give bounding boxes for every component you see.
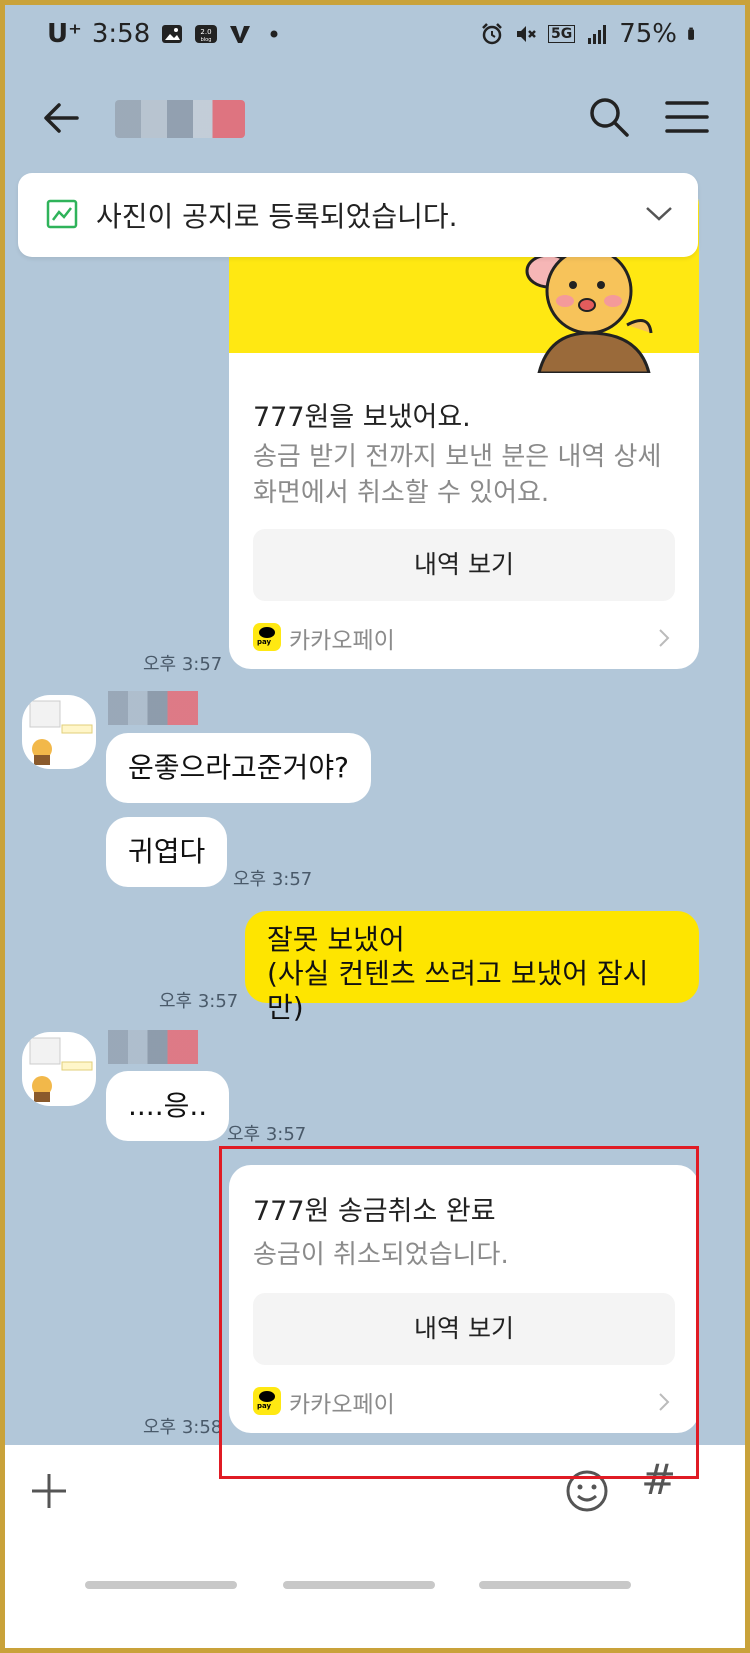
v-app-icon: [230, 26, 251, 43]
avatar[interactable]: [22, 695, 96, 769]
timestamp: 오후 3:57: [233, 869, 313, 890]
timestamp: 오후 3:58: [143, 1417, 223, 1438]
chevron-right-icon: [659, 629, 670, 647]
signal-icon: [588, 25, 607, 44]
view-history-button[interactable]: 내역 보기: [253, 529, 675, 601]
clock: 3:58: [91, 19, 151, 49]
nav-back[interactable]: [479, 1581, 631, 1589]
profile-image-icon: [29, 700, 93, 765]
plus-icon[interactable]: [29, 1471, 69, 1511]
kakaopay-logo-icon: pay: [253, 623, 281, 651]
chat-bubble: 귀엽다: [106, 817, 228, 887]
timestamp: 오후 3:57: [143, 654, 223, 675]
my-chat-bubble: 잘못 보냈어 (사실 컨텐츠 쓰려고 보냈어 잠시만): [245, 911, 699, 1024]
battery-label: 75%: [619, 19, 677, 49]
svg-text:2.0: 2.0: [201, 28, 212, 36]
profile-image-icon: [29, 1037, 93, 1102]
pay-sent-title: 777원을 보냈어요.: [253, 402, 471, 433]
alarm-icon: [482, 23, 502, 45]
chevron-down-icon[interactable]: [644, 201, 674, 225]
system-nav-bar: [5, 1537, 745, 1648]
dot-icon: [270, 30, 278, 38]
gallery-icon: [162, 25, 183, 43]
timestamp: 오후 3:57: [227, 1124, 307, 1145]
notice-banner[interactable]: 사진이 공지로 등록되었습니다.: [18, 173, 698, 257]
kakaopay-footer[interactable]: pay 카카오페이: [253, 621, 675, 655]
timestamp: 오후 3:57: [159, 991, 239, 1012]
sender-name-redacted: [108, 691, 198, 725]
avatar[interactable]: [22, 1032, 96, 1106]
highlight-box: [219, 1146, 699, 1479]
kakaopay-label: 카카오페이: [289, 628, 395, 654]
network-label: 5G: [547, 25, 576, 43]
chat-bubble: 운좋으라고준거야?: [106, 733, 371, 803]
arrow-left-icon[interactable]: [41, 97, 83, 139]
message-line: 잘못 보냈어: [267, 923, 405, 956]
nav-recents[interactable]: [85, 1581, 237, 1589]
notice-text: 사진이 공지로 등록되었습니다.: [96, 200, 458, 233]
image-notice-icon: [46, 199, 78, 229]
blog-icon: 2.0blog: [195, 25, 218, 43]
chat-header: [5, 67, 745, 177]
sender-name-redacted: [108, 1030, 198, 1064]
nav-home[interactable]: [283, 1581, 435, 1589]
chat-title-redacted: [115, 100, 245, 138]
chat-bubble: ....응..: [106, 1071, 230, 1141]
svg-text:blog: blog: [201, 37, 212, 43]
search-icon[interactable]: [587, 95, 631, 139]
carrier-label: U⁺: [47, 19, 82, 49]
pay-sent-description: 송금 받기 전까지 보낸 분은 내역 상세 화면에서 취소할 수 있어요.: [253, 442, 662, 508]
phone-screen: U⁺ 3:58 2.0 blog 5G 75% 777원을 보냈어요. 송금 받…: [0, 0, 750, 1653]
hamburger-menu-icon[interactable]: [665, 99, 709, 135]
battery-icon: [688, 27, 694, 40]
message-line: (사실 컨텐츠 쓰려고 보냈어 잠시만): [267, 957, 649, 1024]
status-bar: U⁺ 3:58 2.0 blog 5G 75%: [5, 5, 745, 65]
mute-icon: [516, 26, 536, 42]
